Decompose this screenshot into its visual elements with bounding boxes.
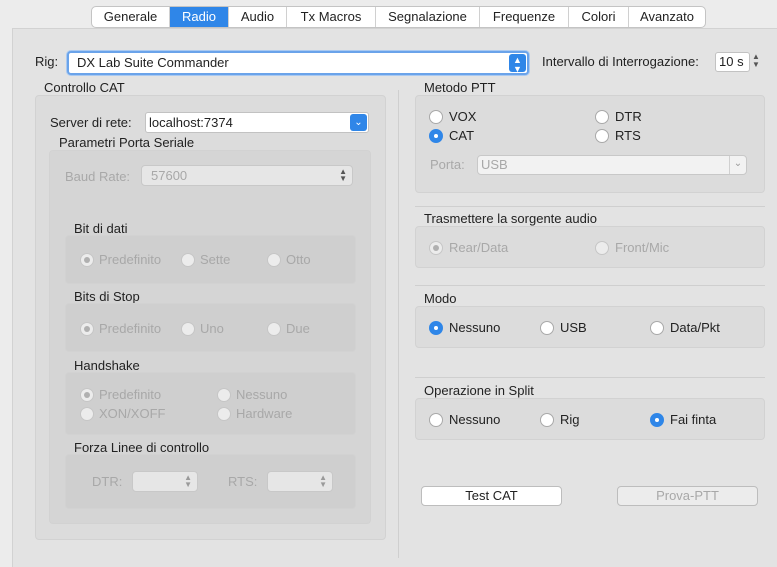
chevron-down-icon: ⌄ (350, 114, 367, 131)
tab-generale[interactable]: Generale (92, 7, 170, 27)
handshake-xonxoff-label: XON/XOFF (99, 406, 166, 421)
data-bits-otto-radio[interactable] (267, 253, 281, 267)
updown-icon: ▲ ▼ (319, 473, 327, 489)
stop-bits-uno-radio[interactable] (181, 322, 195, 336)
audio-source-title: Trasmettere la sorgente audio (424, 211, 597, 226)
audio-rear-data-label: Rear/Data (449, 240, 509, 255)
stop-bits-uno-label: Uno (200, 321, 224, 336)
tab-frequenze[interactable]: Frequenze (480, 7, 569, 27)
split-fai-finta-radio[interactable] (650, 413, 664, 427)
interval-stepper-icon[interactable]: ▲ ▼ (752, 53, 760, 69)
interval-value: 10 s (719, 54, 744, 69)
handshake-predefinito-label: Predefinito (99, 387, 162, 402)
stop-bits-predefinito-radio[interactable] (80, 322, 94, 336)
server-value: localhost:7374 (149, 115, 233, 130)
interval-spinbox[interactable]: 10 s (715, 52, 750, 72)
baud-label: Baud Rate: (65, 169, 131, 184)
updown-icon: ▲ ▼ (339, 167, 347, 183)
split-fai-finta-label: Fai finta (670, 412, 717, 427)
stop-bits-due-radio[interactable] (267, 322, 281, 336)
baud-rate-select[interactable]: 57600 ▲ ▼ (141, 165, 353, 186)
baud-value: 57600 (151, 168, 188, 183)
ptt-vox-label: VOX (449, 109, 477, 124)
divider (415, 285, 765, 286)
tab-bar: Generale Radio Audio Tx Macros Segnalazi… (91, 6, 706, 28)
dtr-label: DTR: (92, 474, 123, 489)
chevron-down-icon: ⌄ (729, 156, 746, 174)
updown-icon: ▲ ▼ (509, 54, 526, 74)
ptt-cat-label: CAT (449, 128, 475, 143)
split-rig-radio[interactable] (540, 413, 554, 427)
split-nessuno-radio[interactable] (429, 413, 443, 427)
tab-tx-macros[interactable]: Tx Macros (287, 7, 376, 27)
divider (415, 206, 765, 207)
tab-avanzato[interactable]: Avanzato (629, 7, 705, 27)
interval-label: Intervallo di Interrogazione: (542, 54, 699, 69)
tab-audio[interactable]: Audio (229, 7, 287, 27)
audio-front-mic-radio[interactable] (595, 241, 609, 255)
vertical-divider (398, 90, 399, 558)
rig-select-value: DX Lab Suite Commander (77, 55, 229, 70)
mode-nessuno-radio[interactable] (429, 321, 443, 335)
data-bits-sette-radio[interactable] (181, 253, 195, 267)
mode-usb-label: USB (560, 320, 587, 335)
split-rig-label: Rig (560, 412, 580, 427)
tab-radio[interactable]: Radio (170, 7, 229, 27)
data-bits-sette-label: Sette (200, 252, 231, 267)
data-bits-predefinito-radio[interactable] (80, 253, 94, 267)
port-combo[interactable]: USB ⌄ (477, 155, 747, 175)
ptt-rts-label: RTS (615, 128, 641, 143)
mode-data-pkt-label: Data/Pkt (670, 320, 720, 335)
data-bits-otto-label: Otto (286, 252, 311, 267)
mode-data-pkt-radio[interactable] (650, 321, 664, 335)
tab-colori[interactable]: Colori (569, 7, 629, 27)
updown-icon: ▲ ▼ (184, 473, 192, 489)
handshake-xonxoff-radio[interactable] (80, 407, 94, 421)
test-ptt-button[interactable]: Prova-PTT (617, 486, 758, 506)
mode-title: Modo (424, 291, 457, 306)
handshake-nessuno-label: Nessuno (236, 387, 288, 402)
handshake-hardware-radio[interactable] (217, 407, 231, 421)
test-cat-button[interactable]: Test CAT (421, 486, 562, 506)
data-bits-predefinito-label: Predefinito (99, 252, 162, 267)
audio-rear-data-radio[interactable] (429, 241, 443, 255)
stop-bits-predefinito-label: Predefinito (99, 321, 162, 336)
rts-select[interactable]: ▲ ▼ (267, 471, 333, 492)
split-nessuno-label: Nessuno (449, 412, 501, 427)
handshake-hardware-label: Hardware (236, 406, 293, 421)
ptt-dtr-label: DTR (615, 109, 642, 124)
handshake-nessuno-radio[interactable] (217, 388, 231, 402)
tab-segnalazione[interactable]: Segnalazione (376, 7, 480, 27)
serial-section-title: Parametri Porta Seriale (59, 135, 195, 150)
divider (415, 377, 765, 378)
handshake-predefinito-radio[interactable] (80, 388, 94, 402)
rts-label: RTS: (228, 474, 258, 489)
ptt-rts-radio[interactable] (595, 129, 609, 143)
handshake-group (65, 372, 356, 435)
mode-nessuno-label: Nessuno (449, 320, 501, 335)
rig-label: Rig: (35, 54, 59, 69)
cat-section-title: Controllo CAT (44, 80, 125, 95)
ptt-cat-radio[interactable] (429, 129, 443, 143)
server-combo[interactable]: localhost:7374 ⌄ (145, 112, 369, 133)
server-label: Server di rete: (50, 115, 132, 130)
ptt-section-title: Metodo PTT (424, 80, 496, 95)
port-value: USB (481, 157, 508, 172)
audio-front-mic-label: Front/Mic (615, 240, 670, 255)
stop-bits-due-label: Due (286, 321, 310, 336)
rig-select[interactable]: DX Lab Suite Commander ▲ ▼ (67, 51, 529, 75)
ptt-vox-radio[interactable] (429, 110, 443, 124)
split-title: Operazione in Split (424, 383, 534, 398)
mode-usb-radio[interactable] (540, 321, 554, 335)
port-label: Porta: (430, 157, 465, 172)
dtr-select[interactable]: ▲ ▼ (132, 471, 198, 492)
ptt-dtr-radio[interactable] (595, 110, 609, 124)
